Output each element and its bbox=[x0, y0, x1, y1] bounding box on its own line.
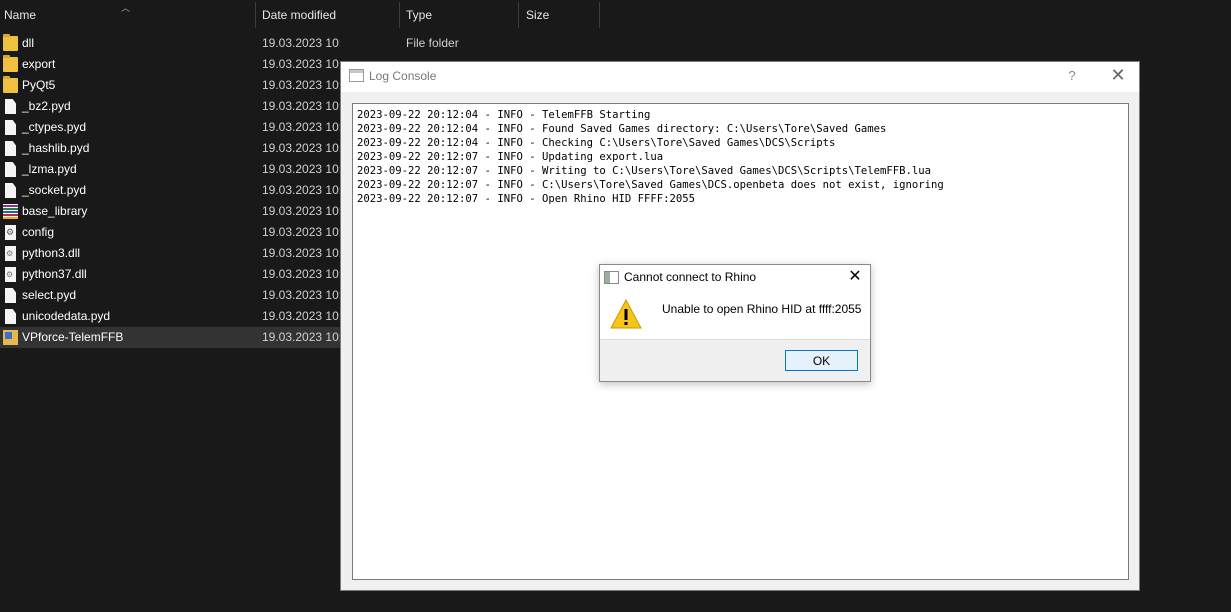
column-divider[interactable] bbox=[599, 2, 600, 28]
document-icon bbox=[5, 99, 16, 114]
folder-icon bbox=[3, 76, 18, 93]
file-name: VPforce-TelemFFB bbox=[22, 330, 124, 344]
file-row[interactable]: base_library 19.03.2023 10:4 bbox=[0, 201, 340, 222]
file-name: PyQt5 bbox=[22, 78, 56, 92]
column-type[interactable]: Type bbox=[402, 0, 517, 30]
log-line: 2023-09-22 20:12:07 - INFO - Updating ex… bbox=[357, 151, 664, 163]
column-divider[interactable] bbox=[518, 2, 519, 28]
file-date-modified: 19.03.2023 10:4 bbox=[262, 120, 340, 134]
file-date-modified: 19.03.2023 10:4 bbox=[262, 288, 340, 302]
file-date-modified: 19.03.2023 10:4 bbox=[262, 141, 340, 155]
log-line: 2023-09-22 20:12:04 - INFO - TelemFFB St… bbox=[357, 109, 651, 121]
log-console-title: Log Console bbox=[369, 69, 437, 83]
file-date-modified: 19.03.2023 10:4 bbox=[262, 267, 340, 281]
dialog-body: Unable to open Rhino HID at ffff:2055 bbox=[600, 289, 870, 339]
error-dialog[interactable]: Cannot connect to Rhino ✕ Unable to open… bbox=[599, 264, 871, 382]
file-name: unicodedata.pyd bbox=[22, 309, 111, 323]
close-button[interactable]: ✕ bbox=[1105, 62, 1131, 90]
file-date-modified: 19.03.2023 10:4 bbox=[262, 183, 340, 197]
file-date-modified: 19.03.2023 10:4 bbox=[262, 57, 340, 71]
document-icon bbox=[5, 120, 16, 135]
file-name: _socket.pyd bbox=[22, 183, 87, 197]
document-icon bbox=[5, 309, 16, 324]
column-size[interactable]: Size bbox=[522, 0, 598, 30]
file-type: File folder bbox=[406, 36, 459, 50]
file-name: _ctypes.pyd bbox=[22, 120, 87, 134]
file-row[interactable]: config 19.03.2023 10:4 bbox=[0, 222, 340, 243]
file-row[interactable]: _lzma.pyd 19.03.2023 10:4 bbox=[0, 159, 340, 180]
dialog-footer: OK bbox=[600, 339, 870, 381]
dialog-titlebar[interactable]: Cannot connect to Rhino ✕ bbox=[600, 265, 870, 289]
config-file-icon bbox=[5, 225, 16, 240]
file-date-modified: 19.03.2023 10:4 bbox=[262, 246, 340, 260]
file-name: python3.dll bbox=[22, 246, 81, 260]
column-header: Name ︿ Date modified Type Size bbox=[0, 0, 600, 30]
window-icon bbox=[349, 69, 364, 82]
file-date-modified: 19.03.2023 10:4 bbox=[262, 225, 340, 239]
document-icon bbox=[5, 141, 16, 156]
file-name: python37.dll bbox=[22, 267, 87, 281]
file-name: _lzma.pyd bbox=[22, 162, 77, 176]
log-console-titlebar[interactable]: Log Console ? ✕ bbox=[341, 62, 1139, 92]
log-line: 2023-09-22 20:12:07 - INFO - C:\Users\To… bbox=[357, 179, 944, 191]
file-name: base_library bbox=[22, 204, 88, 218]
file-row[interactable]: dll 19.03.2023 10:43 File folder bbox=[0, 33, 459, 54]
archive-icon bbox=[3, 204, 18, 219]
file-name: _hashlib.pyd bbox=[22, 141, 90, 155]
file-name: dll bbox=[22, 36, 35, 50]
ok-button[interactable]: OK bbox=[785, 350, 858, 371]
log-line: 2023-09-22 20:12:07 - INFO - Open Rhino … bbox=[357, 193, 696, 205]
log-line: 2023-09-22 20:12:07 - INFO - Writing to … bbox=[357, 165, 932, 177]
sort-ascending-icon: ︿ bbox=[121, 3, 131, 13]
file-name: select.pyd bbox=[22, 288, 77, 302]
file-date-modified: 19.03.2023 10:43 bbox=[262, 36, 340, 50]
file-name: export bbox=[22, 57, 56, 71]
file-name: _bz2.pyd bbox=[22, 99, 71, 113]
column-divider[interactable] bbox=[399, 2, 400, 28]
file-row[interactable]: _bz2.pyd 19.03.2023 10:4 bbox=[0, 96, 340, 117]
dll-icon bbox=[5, 267, 16, 282]
column-divider[interactable] bbox=[255, 2, 256, 28]
file-row[interactable]: select.pyd 19.03.2023 10:4 bbox=[0, 285, 340, 306]
folder-icon bbox=[3, 34, 18, 51]
file-row[interactable]: _hashlib.pyd 19.03.2023 10:4 bbox=[0, 138, 340, 159]
file-row[interactable]: _socket.pyd 19.03.2023 10:4 bbox=[0, 180, 340, 201]
dll-icon bbox=[5, 246, 16, 261]
file-date-modified: 19.03.2023 10:4 bbox=[262, 309, 340, 323]
dialog-title: Cannot connect to Rhino bbox=[624, 270, 757, 284]
dialog-message: Unable to open Rhino HID at ffff:2055 bbox=[662, 302, 862, 316]
file-date-modified: 19.03.2023 10:4 bbox=[262, 99, 340, 113]
window-icon bbox=[604, 271, 619, 284]
file-row[interactable]: python37.dll 19.03.2023 10:4 bbox=[0, 264, 340, 285]
folder-icon bbox=[3, 55, 18, 72]
file-date-modified: 19.03.2023 10:4 bbox=[262, 78, 340, 92]
document-icon bbox=[5, 162, 16, 177]
file-date-modified: 19.03.2023 10:4 bbox=[262, 162, 340, 176]
file-date-modified: 19.03.2023 10:4 bbox=[262, 330, 340, 344]
file-row[interactable]: unicodedata.pyd 19.03.2023 10:4 bbox=[0, 306, 340, 327]
log-line: 2023-09-22 20:12:04 - INFO - Checking C:… bbox=[357, 137, 836, 149]
file-date-modified: 19.03.2023 10:4 bbox=[262, 204, 340, 218]
help-button[interactable]: ? bbox=[1061, 62, 1083, 90]
file-row[interactable]: _ctypes.pyd 19.03.2023 10:4 bbox=[0, 117, 340, 138]
document-icon bbox=[5, 183, 16, 198]
log-line: 2023-09-22 20:12:04 - INFO - Found Saved… bbox=[357, 123, 887, 135]
application-icon bbox=[3, 330, 18, 345]
document-icon bbox=[5, 288, 16, 303]
file-row[interactable]: PyQt5 19.03.2023 10:4 bbox=[0, 75, 340, 96]
column-date-modified[interactable]: Date modified bbox=[258, 0, 398, 30]
file-row[interactable]: VPforce-TelemFFB 19.03.2023 10:4 bbox=[0, 327, 340, 348]
file-row[interactable]: export 19.03.2023 10:4 bbox=[0, 54, 340, 75]
file-row[interactable]: python3.dll 19.03.2023 10:4 bbox=[0, 243, 340, 264]
file-name: config bbox=[22, 225, 55, 239]
warning-icon bbox=[610, 299, 642, 329]
dialog-close-button[interactable]: ✕ bbox=[844, 265, 866, 289]
